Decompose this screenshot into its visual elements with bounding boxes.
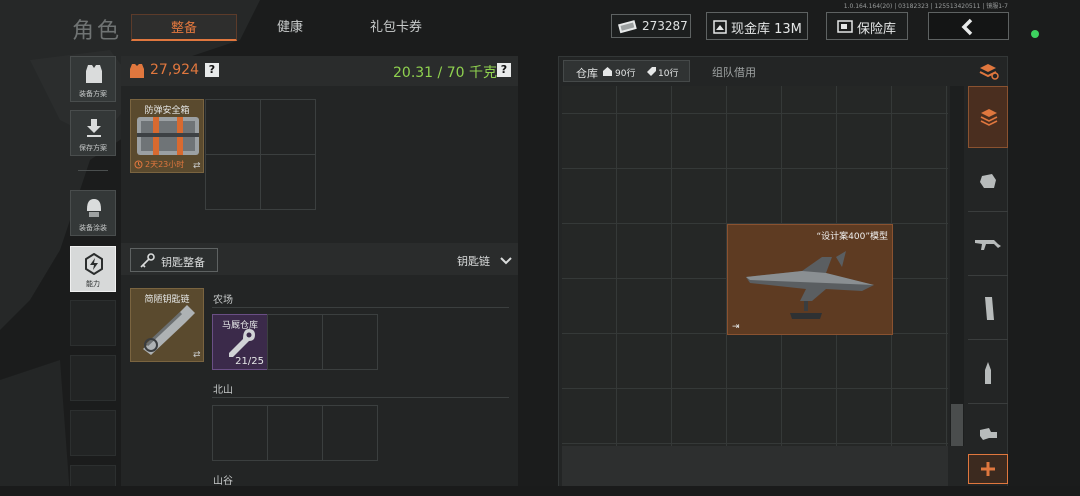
- weight-help-icon[interactable]: ?: [497, 63, 511, 77]
- category-all-button[interactable]: [968, 86, 1008, 148]
- tab-loadout[interactable]: 整备: [131, 14, 237, 41]
- bottom-bar: [0, 486, 1080, 496]
- value-help-icon[interactable]: ?: [205, 63, 219, 77]
- loadout-value: 27,924: [150, 62, 199, 78]
- version-text: 1.0.164.164(20) | 03182323 | 12551342051…: [843, 3, 1008, 10]
- rows-90-label: 90行: [615, 69, 636, 79]
- section-divider: [212, 397, 509, 398]
- ability-button[interactable]: 能力: [70, 246, 116, 292]
- insurance-vault-button[interactable]: 保险库: [826, 12, 908, 40]
- empty-slot: [70, 410, 116, 456]
- stack-icon: [980, 109, 998, 126]
- category-weapon-button[interactable]: [968, 214, 1008, 276]
- section-divider: [212, 307, 509, 308]
- sidebar-item-label: 能力: [86, 280, 100, 288]
- magazine-icon: [985, 297, 994, 320]
- expand-warehouse-button[interactable]: [968, 454, 1008, 484]
- safe-box-timer: 2天23小时: [145, 160, 185, 169]
- location-valley-label: 山谷: [213, 476, 233, 487]
- sidebar-item-label: 装备方案: [79, 90, 107, 98]
- key-slot[interactable]: [267, 405, 323, 461]
- key-slot[interactable]: [212, 405, 268, 461]
- back-arrow-icon: [961, 18, 973, 36]
- key-loadout-button[interactable]: 钥匙整备: [130, 248, 218, 272]
- keychain-slot[interactable]: 简陋钥匙链 ⇄: [130, 288, 204, 362]
- vault-icon: [837, 20, 853, 33]
- swap-icon[interactable]: ⇄: [193, 161, 201, 171]
- helmet-icon: [87, 199, 101, 217]
- item-exit-icon: ⇥: [732, 322, 740, 332]
- equipment-skin-button[interactable]: 装备涂装: [70, 190, 116, 236]
- keychain-dropdown-label[interactable]: 钥匙链: [457, 253, 490, 269]
- online-status-indicator: [1031, 30, 1039, 38]
- stable-warehouse-key[interactable]: 马厩仓库 21/25: [212, 314, 268, 370]
- team-borrow-tab[interactable]: 组队借用: [712, 64, 756, 80]
- save-preset-button[interactable]: 保存方案: [70, 110, 116, 156]
- loadout-preset-button[interactable]: 装备方案: [70, 56, 116, 102]
- key-slot[interactable]: [322, 405, 378, 461]
- download-icon: [87, 119, 101, 137]
- back-button[interactable]: [928, 12, 1009, 40]
- cash-warehouse-button[interactable]: 现金库 13M: [706, 12, 808, 40]
- house-icon: [603, 67, 612, 76]
- scope-icon: [980, 428, 997, 440]
- tab-health[interactable]: 健康: [240, 14, 340, 41]
- warehouse-scrollbar-thumb[interactable]: [951, 404, 963, 446]
- key-uses: 21/25: [235, 356, 264, 367]
- key-loadout-label: 钥匙整备: [161, 256, 205, 269]
- page-title: 角色: [72, 19, 123, 44]
- sidebar-item-label: 保存方案: [79, 144, 107, 152]
- safe-box-cell[interactable]: [205, 154, 261, 210]
- category-ammo-button[interactable]: [968, 342, 1008, 404]
- gear-bag-icon: [980, 174, 996, 188]
- sidebar-item-label: 装备涂装: [79, 224, 107, 232]
- ammo-icon: [985, 362, 991, 384]
- airplane-model-icon: [746, 251, 874, 319]
- rows-10-label: 10行: [658, 69, 679, 79]
- chevron-down-icon[interactable]: [500, 257, 512, 265]
- safe-box-cell[interactable]: [260, 154, 316, 210]
- keychain-icon: [143, 305, 195, 355]
- rifle-icon: [975, 240, 1001, 250]
- weight-display: 20.31 / 70 千克: [393, 65, 497, 81]
- currency-display[interactable]: 273287: [611, 14, 691, 38]
- category-magazine-button[interactable]: [968, 278, 1008, 340]
- category-equipment-button[interactable]: [968, 150, 1008, 212]
- ability-icon: [85, 253, 103, 275]
- warehouse-scrollbar-track[interactable]: [950, 86, 964, 446]
- cash-warehouse-label: 现金库 13M: [731, 22, 802, 37]
- sidebar-divider: [78, 170, 108, 171]
- clock-icon: [134, 160, 143, 169]
- key-icon: [140, 253, 155, 268]
- empty-slot: [70, 355, 116, 401]
- currency-value: 273287: [642, 19, 688, 33]
- location-farm-label: 农场: [213, 295, 233, 306]
- safe-box-icon: [137, 117, 199, 155]
- empty-slot: [70, 300, 116, 346]
- warehouse-tab-label: 仓库: [576, 67, 598, 80]
- tag-icon: [647, 67, 656, 76]
- key-slot[interactable]: [267, 314, 323, 370]
- safe-box-slot[interactable]: 防弹安全箱 2天23小时 ⇄: [130, 99, 204, 173]
- key-slot[interactable]: [322, 314, 378, 370]
- category-attachment-button[interactable]: [968, 406, 1008, 454]
- safe-box-cell[interactable]: [260, 99, 316, 155]
- safe-box-cell[interactable]: [205, 99, 261, 155]
- warehouse-tab[interactable]: 仓库 90行 10行: [563, 60, 690, 82]
- vest-icon: [86, 65, 102, 83]
- warehouse-sort-button[interactable]: [968, 56, 1008, 86]
- design-400-model-item[interactable]: “设计案400”模型 ⇥: [727, 224, 893, 335]
- location-north-hill-label: 北山: [213, 385, 233, 396]
- cash-warehouse-icon: [713, 20, 727, 34]
- item-name: “设计案400”模型: [816, 232, 888, 242]
- insurance-vault-label: 保险库: [857, 22, 897, 37]
- swap-icon[interactable]: ⇄: [193, 350, 201, 360]
- banknote-icon: [618, 20, 637, 34]
- tab-gift-cards[interactable]: 礼包卡券: [346, 14, 446, 41]
- backpack-value-icon: [130, 64, 144, 78]
- stack-refresh-icon: [979, 64, 999, 80]
- plus-icon: [981, 462, 995, 476]
